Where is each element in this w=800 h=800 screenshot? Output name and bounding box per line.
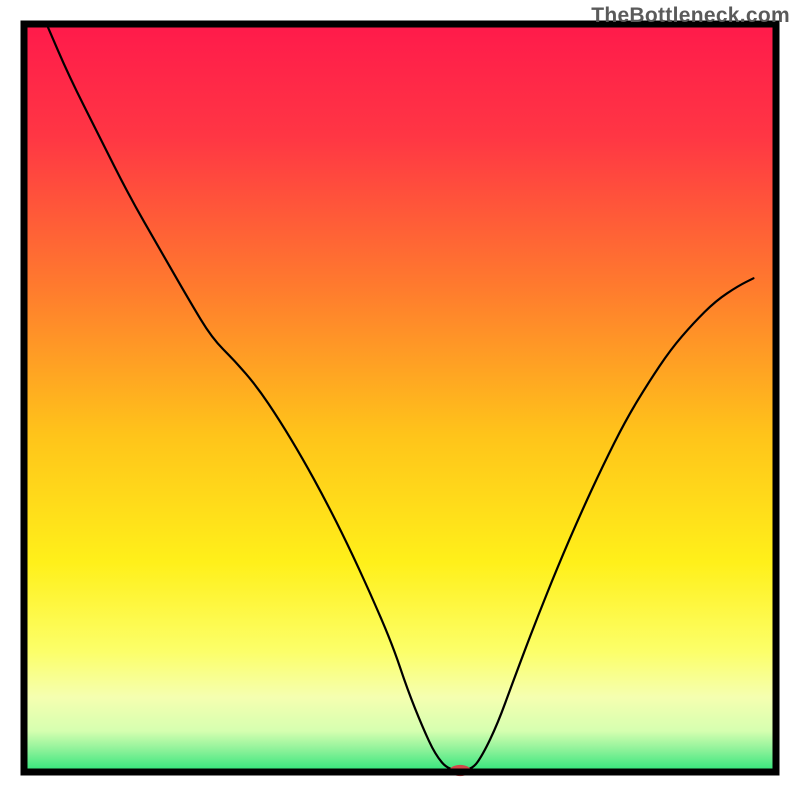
- watermark-text: TheBottleneck.com: [591, 4, 790, 28]
- bottleneck-chart: [0, 0, 800, 800]
- gradient-background: [24, 24, 776, 772]
